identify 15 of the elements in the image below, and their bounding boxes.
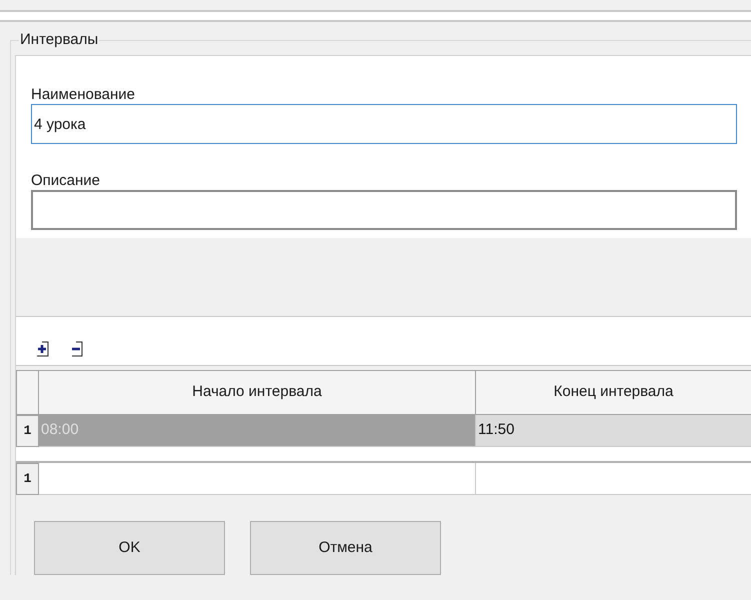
field-label: Описание — [31, 172, 100, 190]
text-field[interactable]: 4 урока — [31, 104, 737, 144]
field-label: Наименование — [31, 86, 135, 104]
dialog-button[interactable]: OK — [34, 521, 225, 575]
remove-row-icon[interactable] — [70, 341, 84, 357]
table-cell: 11:50 — [476, 415, 751, 447]
row-number[interactable]: 1 — [16, 463, 39, 495]
column-header[interactable]: Начало интервала — [39, 370, 476, 415]
row-header-corner — [16, 370, 39, 415]
table-cell: 08:00 — [39, 415, 476, 447]
add-row-icon[interactable] — [36, 341, 50, 357]
row-number[interactable]: 1 — [16, 415, 39, 447]
column-header[interactable]: Конец интервала — [476, 370, 751, 415]
dialog-button[interactable]: Отмена — [250, 521, 441, 575]
text-field[interactable] — [31, 190, 737, 230]
